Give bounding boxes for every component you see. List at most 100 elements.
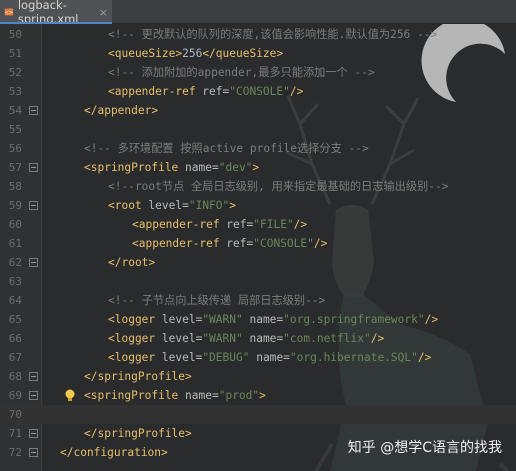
code-token: > xyxy=(229,199,237,212)
code-token: "org.springframework" xyxy=(283,313,425,326)
code-line[interactable]: 54 </appender> xyxy=(0,101,516,120)
code-line[interactable]: 68 </springProfile> xyxy=(0,367,516,386)
svg-text:<>: <> xyxy=(5,10,13,16)
code-token: "com.netflix" xyxy=(283,332,371,345)
code-token: name= xyxy=(242,332,284,345)
code-text: <root level="INFO"> xyxy=(108,196,236,215)
fold-collapse-icon[interactable] xyxy=(29,391,38,400)
code-line[interactable]: 56 <!-- 多环境配置 按照active profile选择分支 --> xyxy=(0,139,516,158)
code-token: > xyxy=(259,389,266,402)
line-number: 67 xyxy=(8,351,22,364)
code-line[interactable]: 52 <!-- 添加附加的appender,最多只能添加一个 --> xyxy=(0,63,516,82)
code-token: <!--root节点 全局日志级别, 用来指定最基础的日志输出级别--> xyxy=(108,180,449,193)
code-line[interactable]: 51 <queueSize>256</queueSize> xyxy=(0,44,516,63)
xml-file-icon: <> xyxy=(4,8,14,16)
code-text: <appender-ref ref="CONSOLE"/> xyxy=(132,234,327,253)
code-token: "WARN" xyxy=(202,313,243,326)
code-line[interactable]: 70 xyxy=(0,405,516,424)
code-text: <springProfile name="prod"> xyxy=(84,386,266,405)
close-icon[interactable]: × xyxy=(99,6,108,19)
code-line[interactable]: 61 <appender-ref ref="CONSOLE"/> xyxy=(0,234,516,253)
fold-end-icon[interactable] xyxy=(29,372,38,381)
code-line[interactable]: 53 <appender-ref ref="CONSOLE"/> xyxy=(0,82,516,101)
line-number: 69 xyxy=(8,389,22,402)
code-line[interactable]: 66 <logger level="WARN" name="com.netflix… xyxy=(0,329,516,348)
code-line[interactable]: 65 <logger level="WARN" name="org.springf… xyxy=(0,310,516,329)
line-number: 61 xyxy=(8,237,22,250)
line-number: 60 xyxy=(8,218,22,231)
code-text: <!-- 更改默认的队列的深度,该值会影响性能.默认值为256 --> xyxy=(108,25,437,44)
line-number: 62 xyxy=(8,256,22,269)
line-number: 71 xyxy=(8,427,22,440)
code-token: /> xyxy=(424,313,439,326)
code-token: ref= xyxy=(226,237,254,250)
fold-collapse-icon[interactable] xyxy=(29,163,38,172)
line-number: 54 xyxy=(8,104,22,117)
code-line[interactable]: 55 xyxy=(0,120,516,139)
code-token: <!-- 子节点向上级传递 局部日志级别--> xyxy=(108,294,326,307)
fold-collapse-icon[interactable] xyxy=(29,201,38,210)
fold-end-icon[interactable] xyxy=(29,106,38,115)
code-token: level= xyxy=(161,313,203,326)
code-line[interactable]: 64 <!-- 子节点向上级传递 局部日志级别--> xyxy=(0,291,516,310)
code-line[interactable]: 57 <springProfile name="dev"> xyxy=(0,158,516,177)
code-token: <root xyxy=(108,199,149,212)
code-token: /> xyxy=(417,351,432,364)
fold-end-icon[interactable] xyxy=(29,429,38,438)
line-number: 66 xyxy=(8,332,22,345)
code-token: </configuration> xyxy=(60,446,168,459)
fold-end-icon[interactable] xyxy=(29,258,38,267)
line-number: 72 xyxy=(8,446,22,459)
code-token: 256 xyxy=(182,47,203,60)
code-token: <logger xyxy=(108,332,162,345)
lightbulb-icon[interactable] xyxy=(64,389,76,402)
code-token: </appender> xyxy=(84,104,159,117)
line-number: 50 xyxy=(8,28,22,41)
code-text: </root> xyxy=(108,253,155,272)
code-token: > xyxy=(252,161,260,174)
code-token: <springProfile xyxy=(84,389,186,402)
code-line[interactable]: 67 <logger level="DEBUG" name="org.hibern… xyxy=(0,348,516,367)
code-token: "DEBUG" xyxy=(202,351,250,364)
code-line[interactable]: 63 xyxy=(0,272,516,291)
line-number: 59 xyxy=(8,199,22,212)
tab-logback-spring-xml[interactable]: <> logback-spring.xml × xyxy=(0,0,112,26)
line-number: 55 xyxy=(8,123,22,136)
code-line[interactable]: 69 <springProfile name="prod"> xyxy=(0,386,516,405)
code-line[interactable]: 59 <root level="INFO"> xyxy=(0,196,516,215)
code-token: <queueSize> xyxy=(108,47,183,60)
code-text: </appender> xyxy=(84,101,158,120)
code-line[interactable]: 58 <!--root节点 全局日志级别, 用来指定最基础的日志输出级别--> xyxy=(0,177,516,196)
code-editor[interactable]: 50 <!-- 更改默认的队列的深度,该值会影响性能.默认值为256 --> 51 <… xyxy=(0,24,516,471)
zhihu-watermark: 知乎 @想学C语言的找我 xyxy=(347,440,502,456)
line-number: 51 xyxy=(8,47,22,60)
code-line[interactable]: 50 <!-- 更改默认的队列的深度,该值会影响性能.默认值为256 --> xyxy=(0,25,516,44)
code-token: "INFO" xyxy=(188,199,230,212)
code-token: "CONSOLE" xyxy=(253,237,314,250)
code-text: <queueSize>256</queueSize> xyxy=(108,44,283,63)
code-token: <appender-ref xyxy=(108,85,203,98)
line-number: 68 xyxy=(8,370,22,383)
code-line[interactable]: 60 <appender-ref ref="FILE"/> xyxy=(0,215,516,234)
code-text: <logger level="DEBUG" name="org.hibernat… xyxy=(108,348,431,367)
line-number: 58 xyxy=(8,180,22,193)
code-token: <!-- 更改默认的队列的深度,该值会影响性能.默认值为256 --> xyxy=(108,28,438,41)
code-token: name= xyxy=(185,389,219,402)
code-token: "FILE" xyxy=(253,218,294,231)
code-token: </springProfile> xyxy=(84,370,192,383)
code-text: <!-- 子节点向上级传递 局部日志级别--> xyxy=(108,291,325,310)
code-token: level= xyxy=(161,351,203,364)
code-token: <appender-ref xyxy=(132,237,227,250)
code-token: ref= xyxy=(226,218,254,231)
code-token: </springProfile> xyxy=(84,427,192,440)
code-token: "CONSOLE" xyxy=(229,85,290,98)
code-text: </springProfile> xyxy=(84,367,192,386)
fold-end-icon[interactable] xyxy=(29,448,38,457)
code-text: </configuration> xyxy=(60,443,168,462)
code-token: <!-- 多环境配置 按照active profile选择分支 --> xyxy=(84,142,369,155)
code-token: <!-- 添加附加的appender,最多只能添加一个 --> xyxy=(108,66,375,79)
code-token: /> xyxy=(313,237,328,250)
line-number: 53 xyxy=(8,85,22,98)
code-line[interactable]: 62 </root> xyxy=(0,253,516,272)
code-text: <appender-ref ref="FILE"/> xyxy=(132,215,307,234)
